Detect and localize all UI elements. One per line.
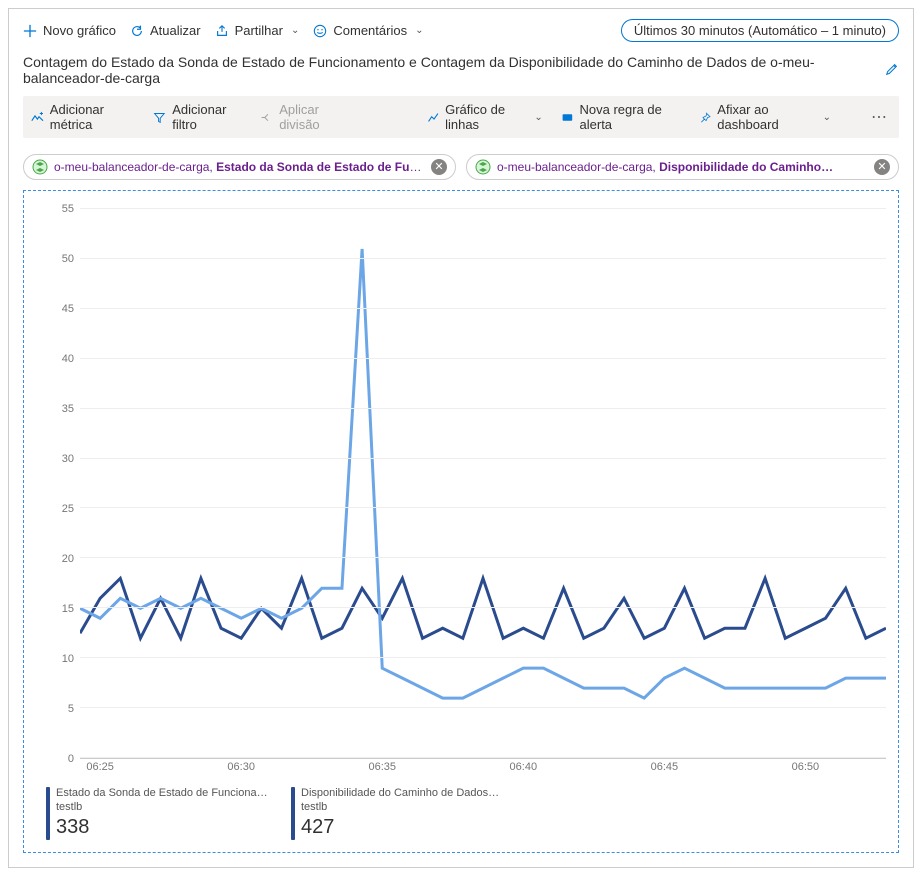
new-chart-button[interactable]: Novo gráfico <box>23 21 116 40</box>
add-filter-label: Adicionar filtro <box>172 102 242 132</box>
add-filter-button[interactable]: Adicionar filtro <box>153 102 242 132</box>
metric-pill[interactable]: o-meu-balanceador-de-carga, Estado da So… <box>23 154 456 180</box>
y-tick-label: 35 <box>62 403 74 415</box>
top-toolbar: Novo gráfico Atualizar Partilhar ⌄ Comen… <box>23 19 899 42</box>
y-axis: 0510152025303540455055 <box>36 209 80 759</box>
new-alert-label: Nova regra de alerta <box>580 102 681 132</box>
time-range-label: Últimos 30 minutos (Automático – 1 minut… <box>634 23 886 38</box>
x-tick-label: 06:50 <box>792 761 820 773</box>
refresh-button[interactable]: Atualizar <box>130 21 201 40</box>
metric-line-icon <box>31 110 44 125</box>
filter-icon <box>153 110 166 125</box>
chart-type-label: Gráfico de linhas <box>445 102 526 132</box>
metrics-page: Novo gráfico Atualizar Partilhar ⌄ Comen… <box>8 8 914 868</box>
y-tick-label: 50 <box>62 253 74 265</box>
refresh-label: Atualizar <box>150 23 201 38</box>
legend-value: 338 <box>56 815 271 840</box>
y-tick-label: 45 <box>62 303 74 315</box>
split-icon <box>260 110 273 125</box>
legend-item[interactable]: Disponibilidade do Caminho de Dados… tes… <box>291 787 516 840</box>
pin-label: Afixar ao dashboard <box>717 102 814 132</box>
share-label: Partilhar <box>235 23 283 38</box>
time-range-selector[interactable]: Últimos 30 minutos (Automático – 1 minut… <box>621 19 899 42</box>
chevron-down-icon: ⌄ <box>291 25 299 36</box>
add-metric-label: Adicionar métrica <box>50 102 136 132</box>
y-tick-label: 55 <box>62 203 74 215</box>
share-button[interactable]: Partilhar ⌄ <box>215 21 300 40</box>
line-chart-svg <box>80 209 886 758</box>
legend-color-swatch <box>291 787 295 840</box>
comments-label: Comentários <box>333 23 407 38</box>
chart-container: 0510152025303540455055 06:2506:3006:3506… <box>23 190 899 853</box>
title-row: Contagem do Estado da Sonda de Estado de… <box>23 54 899 86</box>
pin-icon <box>699 110 712 125</box>
add-metric-button[interactable]: Adicionar métrica <box>31 102 135 132</box>
plot[interactable] <box>80 209 886 759</box>
legend-color-swatch <box>46 787 50 840</box>
x-axis: 06:25 06:30 06:35 06:40 06:45 06:50 <box>80 761 886 777</box>
legend-metric-name: Estado da Sonda de Estado de Funcionamen… <box>56 787 271 801</box>
plot-area: 0510152025303540455055 <box>36 209 886 759</box>
apply-split-label: Aplicar divisão <box>279 102 350 132</box>
refresh-icon <box>130 24 144 38</box>
series-line <box>80 249 886 698</box>
x-tick-label: 06:25 <box>86 761 114 773</box>
close-icon: ✕ <box>434 162 443 173</box>
load-balancer-icon <box>32 159 48 175</box>
ellipsis-icon: ⋯ <box>871 109 887 126</box>
legend-value: 427 <box>301 815 499 840</box>
y-tick-label: 25 <box>62 503 74 515</box>
y-tick-label: 15 <box>62 603 74 615</box>
chevron-down-icon: ⌄ <box>415 25 423 36</box>
x-tick-label: 06:45 <box>651 761 679 773</box>
x-tick-label: 06:40 <box>510 761 538 773</box>
legend-item[interactable]: Estado da Sonda de Estado de Funcionamen… <box>46 787 271 840</box>
chevron-down-icon: ⌄ <box>823 112 831 123</box>
plus-icon <box>23 24 37 38</box>
y-tick-label: 30 <box>62 453 74 465</box>
y-tick-label: 40 <box>62 353 74 365</box>
line-chart-icon <box>427 110 439 125</box>
apply-split-button: Aplicar divisão <box>260 102 350 132</box>
legend-metric-name: Disponibilidade do Caminho de Dados… <box>301 787 499 801</box>
load-balancer-icon <box>475 159 491 175</box>
metric-pill[interactable]: o-meu-balanceador-de-carga, Disponibilid… <box>466 154 899 180</box>
more-menu-button[interactable]: ⋯ <box>867 107 891 127</box>
pin-button[interactable]: Afixar ao dashboard ⌄ <box>699 102 831 132</box>
pencil-icon <box>885 62 899 76</box>
chart-type-select[interactable]: Gráfico de linhas ⌄ <box>427 102 543 132</box>
y-tick-label: 5 <box>68 703 74 715</box>
metric-toolbar: Adicionar métrica Adicionar filtro Aplic… <box>23 96 899 138</box>
edit-title-button[interactable] <box>885 62 899 79</box>
x-tick-label: 06:30 <box>227 761 255 773</box>
new-chart-label: Novo gráfico <box>43 23 116 38</box>
share-icon <box>215 24 229 38</box>
x-tick-label: 06:35 <box>368 761 396 773</box>
metric-pill-text: o-meu-balanceador-de-carga, Estado da So… <box>54 160 425 174</box>
legend-resource-name: testlb <box>56 801 271 815</box>
chevron-down-icon: ⌄ <box>534 112 542 123</box>
smiley-icon <box>313 24 327 38</box>
y-tick-label: 20 <box>62 553 74 565</box>
metric-pill-text: o-meu-balanceador-de-carga, Disponibilid… <box>497 160 868 174</box>
metric-pills: o-meu-balanceador-de-carga, Estado da So… <box>23 154 899 180</box>
y-tick-label: 10 <box>62 653 74 665</box>
alert-icon <box>561 110 574 125</box>
new-alert-button[interactable]: Nova regra de alerta <box>561 102 681 132</box>
comments-button[interactable]: Comentários ⌄ <box>313 21 423 40</box>
remove-pill-button[interactable]: ✕ <box>874 159 890 175</box>
legend: Estado da Sonda de Estado de Funcionamen… <box>46 787 886 840</box>
remove-pill-button[interactable]: ✕ <box>431 159 447 175</box>
legend-resource-name: testlb <box>301 801 499 815</box>
close-icon: ✕ <box>877 162 886 173</box>
y-tick-label: 0 <box>68 753 74 765</box>
chart-title: Contagem do Estado da Sonda de Estado de… <box>23 54 877 86</box>
